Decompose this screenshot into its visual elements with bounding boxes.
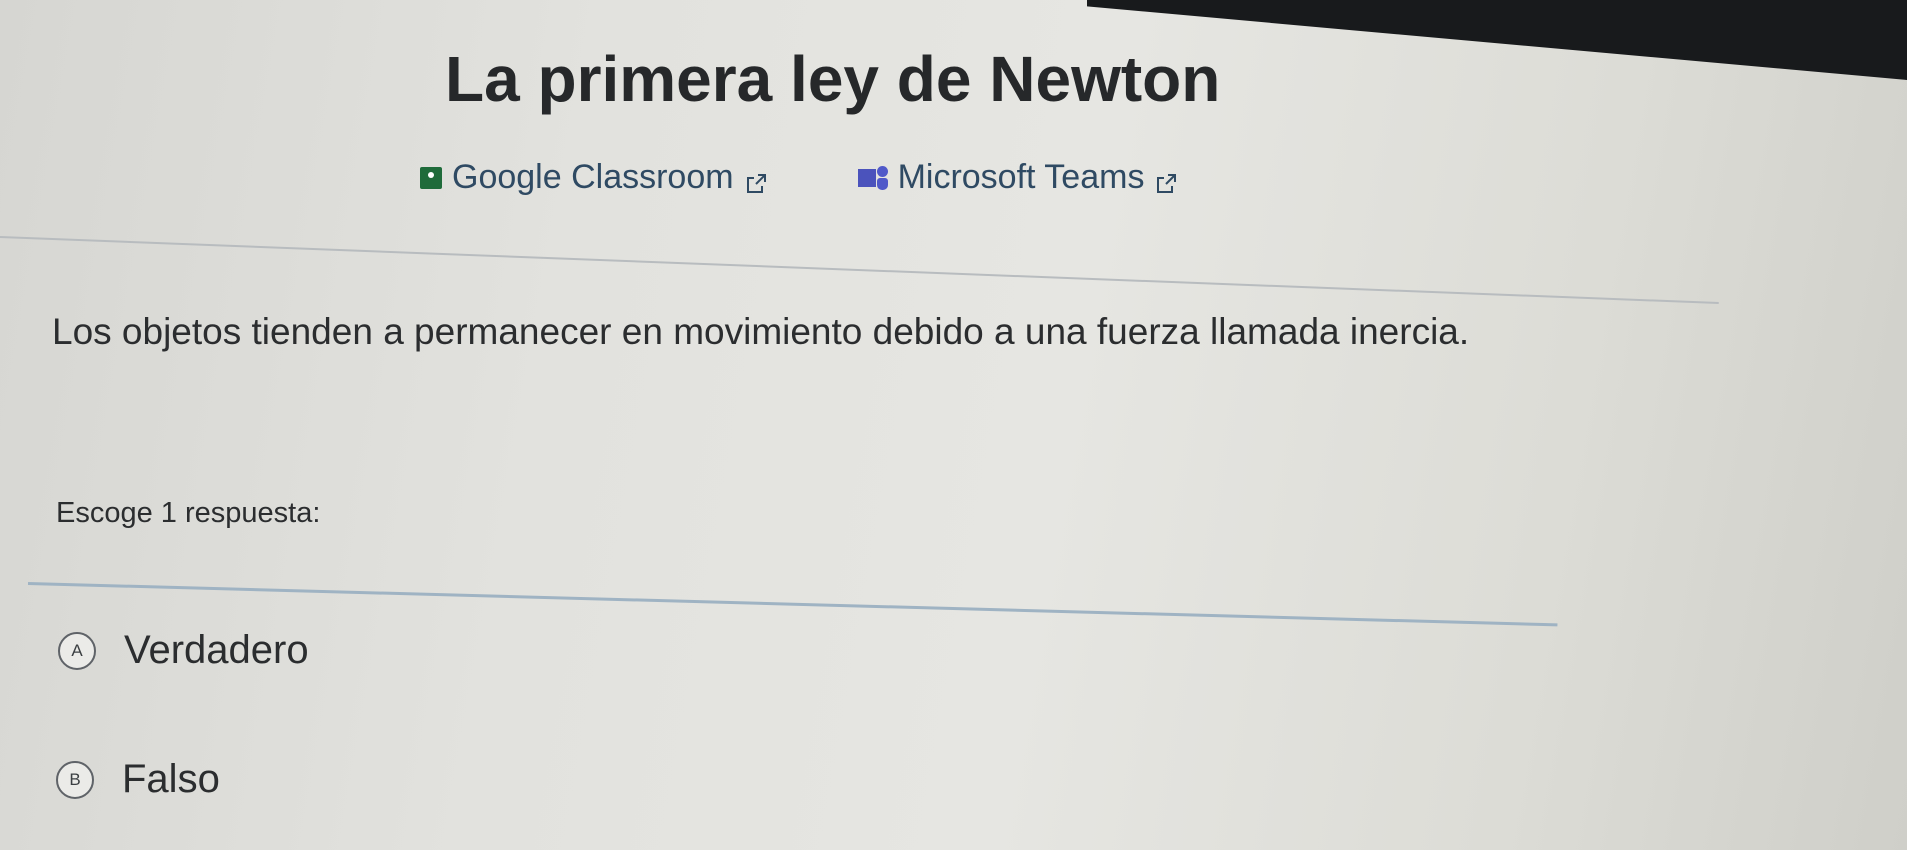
- choice-b-letter: B: [56, 760, 94, 799]
- external-link-icon: [1154, 166, 1178, 193]
- microsoft-teams-label: Microsoft Teams: [897, 158, 1145, 196]
- question-text: Los objetos tienden a permanecer en movi…: [52, 311, 1470, 352]
- page-title: La primera ley de Newton: [445, 43, 1221, 115]
- microsoft-teams-icon: [857, 165, 888, 190]
- external-link-icon: [744, 166, 768, 193]
- choice-a-letter: A: [58, 631, 96, 670]
- microsoft-teams-link[interactable]: Microsoft Teams: [857, 158, 1179, 197]
- share-integrations: Google Classroom Microsoft Teams: [420, 158, 1178, 197]
- header-divider: [0, 236, 1719, 305]
- choice-a-label: Verdadero: [124, 628, 309, 672]
- google-classroom-icon: [420, 166, 442, 189]
- exercise-page: La primera ley de Newton Google Classroo…: [0, 0, 1907, 850]
- choice-a[interactable]: A Verdadero: [58, 628, 309, 673]
- screen: La primera ley de Newton Google Classroo…: [0, 0, 1907, 850]
- choices-divider: [27, 582, 1558, 627]
- choice-b-label: Falso: [122, 757, 220, 801]
- google-classroom-link[interactable]: Google Classroom: [420, 158, 768, 197]
- google-classroom-label: Google Classroom: [452, 158, 734, 196]
- answer-instruction: Escoge 1 respuesta:: [56, 497, 321, 529]
- choice-b[interactable]: B Falso: [56, 757, 220, 802]
